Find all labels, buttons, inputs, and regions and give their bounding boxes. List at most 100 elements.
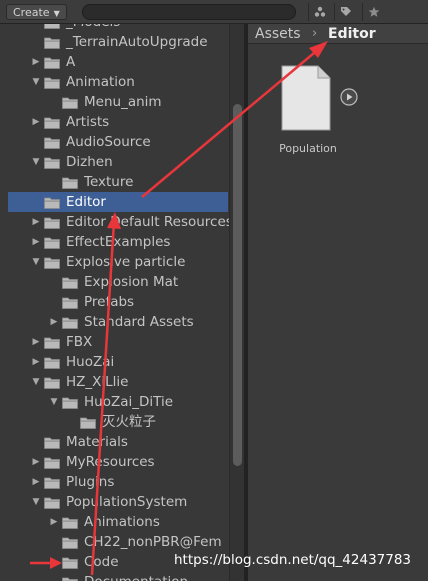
collapsed-arrow-icon[interactable]: ▶	[30, 232, 42, 252]
folder-icon	[44, 136, 60, 149]
search-input[interactable]	[82, 4, 296, 20]
tree-row-label: HuoZai	[66, 354, 115, 370]
tree-row[interactable]: ▼ PopulationSystem	[0, 492, 230, 512]
expanded-arrow-icon[interactable]: ▼	[30, 252, 42, 272]
collapsed-arrow-icon[interactable]: ▶	[30, 52, 42, 72]
tree-row[interactable]: ▶ HuoZai	[0, 352, 230, 372]
breadcrumb-root[interactable]: Assets	[255, 24, 301, 44]
tree-row-label: _TerrainAutoUpgrade	[66, 34, 208, 50]
tree-row[interactable]: ▶ FBX	[0, 332, 230, 352]
collapsed-arrow-icon[interactable]: ▶	[48, 512, 60, 532]
asset-pane: Assets › Editor Population	[248, 24, 428, 581]
project-toolbar: Create ▼	[0, 0, 428, 24]
tree-row-label: A	[66, 54, 76, 70]
scrollbar-thumb[interactable]	[233, 104, 242, 466]
tree-row-label: EffectExamples	[66, 234, 171, 250]
expanded-arrow-icon[interactable]: ▼	[30, 372, 42, 392]
expanded-arrow-icon[interactable]: ▼	[48, 392, 60, 412]
tree-row[interactable]: ▶ A	[0, 52, 230, 72]
tree-row-label: Editor Default Resources	[66, 214, 233, 230]
folder-icon	[62, 396, 78, 409]
tree-row-label: FBX	[66, 334, 93, 350]
tree-row-label: HZ_XiLlie	[66, 374, 129, 390]
collapsed-arrow-icon[interactable]: ▶	[30, 452, 42, 472]
tree-row[interactable]: ▶ Plugins	[0, 472, 230, 492]
collapsed-arrow-icon[interactable]: ▶	[30, 212, 42, 232]
tree-row-label: AudioSource	[66, 134, 151, 150]
tree-row[interactable]: ▼ Animation	[0, 72, 230, 92]
tree-row[interactable]: Documentation	[0, 572, 230, 581]
folder-icon	[44, 496, 60, 509]
tree-row[interactable]: Texture	[0, 172, 230, 192]
project-folder-tree[interactable]: _Models_TerrainAutoUpgrade▶A▼AnimationMe…	[0, 24, 244, 581]
tree-row[interactable]: ▶ Standard Assets	[0, 312, 230, 332]
tree-row-label: Animations	[84, 514, 160, 530]
folder-icon	[44, 56, 60, 69]
folder-icon	[44, 24, 60, 29]
tree-row[interactable]: ▶ Editor Default Resources	[0, 212, 233, 232]
folder-icon	[44, 456, 60, 469]
tree-row[interactable]: Prefabs	[0, 292, 230, 312]
folder-icon	[62, 316, 78, 329]
tree-scrollbar[interactable]	[229, 24, 244, 581]
tree-row[interactable]: Materials	[0, 432, 230, 452]
asset-label: Population	[279, 142, 337, 155]
folder-icon	[62, 556, 78, 569]
expanded-arrow-icon[interactable]: ▼	[30, 492, 42, 512]
tree-row-label: Code	[84, 554, 119, 570]
folder-icon	[62, 576, 78, 581]
folder-icon	[44, 436, 60, 449]
breadcrumb-current[interactable]: Editor	[328, 24, 376, 44]
folder-icon	[44, 376, 60, 389]
collapsed-arrow-icon[interactable]: ▶	[30, 112, 42, 132]
watermark-text: https://blog.csdn.net/qq_42437783	[174, 552, 412, 568]
folder-icon	[62, 516, 78, 529]
tree-row-label: 灭火粒子	[102, 414, 156, 430]
tree-row[interactable]: ▼ HuoZai_DiTie	[0, 392, 230, 412]
tree-row[interactable]: Explosion Mat	[0, 272, 230, 292]
favorite-star-icon[interactable]	[362, 3, 384, 21]
collapsed-arrow-icon[interactable]: ▶	[30, 472, 42, 492]
collapsed-arrow-icon[interactable]: ▶	[30, 332, 42, 352]
tree-row-label: _Models	[66, 24, 120, 32]
tree-row[interactable]: Editor	[8, 192, 228, 212]
folder-icon	[44, 336, 60, 349]
tree-row-label: Standard Assets	[84, 314, 194, 330]
folder-icon	[44, 76, 60, 89]
tree-row[interactable]: ▶ Artists	[0, 112, 230, 132]
create-button[interactable]: Create ▼	[6, 4, 67, 20]
tree-row[interactable]: ▶ Animations	[0, 512, 230, 532]
folder-icon	[80, 416, 96, 429]
tree-row[interactable]: CH22_nonPBR@Fem	[0, 532, 230, 552]
tree-row-label: CH22_nonPBR@Fem	[84, 534, 222, 550]
tree-row[interactable]: ▼ Dizhen	[0, 152, 230, 172]
tree-row[interactable]: 灭火粒子	[0, 412, 230, 432]
collapsed-arrow-icon[interactable]: ▶	[30, 352, 42, 372]
expanded-arrow-icon[interactable]: ▼	[30, 152, 42, 172]
tree-row-label: Dizhen	[66, 154, 113, 170]
tree-row-label: MyResources	[66, 454, 155, 470]
tree-row[interactable]: ▶ MyResources	[0, 452, 230, 472]
dropdown-caret-icon: ▼	[53, 9, 60, 18]
asset-item-population[interactable]: Population	[276, 64, 358, 164]
folder-icon	[44, 196, 60, 209]
tree-row[interactable]: ▶ EffectExamples	[0, 232, 230, 252]
tree-row[interactable]: Menu_anim	[0, 92, 230, 112]
expanded-arrow-icon[interactable]: ▼	[30, 72, 42, 92]
folder-icon	[44, 256, 60, 269]
folder-icon	[44, 356, 60, 369]
tree-row-label: PopulationSystem	[66, 494, 188, 510]
label-filter-icon[interactable]	[334, 3, 356, 21]
tree-row[interactable]: ▼ Explosive particle	[0, 252, 230, 272]
tree-row-label: Explosive particle	[66, 254, 186, 270]
tree-row-label: Plugins	[66, 474, 115, 490]
folder-icon	[44, 236, 60, 249]
tree-row[interactable]: _Models	[0, 24, 230, 32]
collapsed-arrow-icon[interactable]: ▶	[48, 312, 60, 332]
scene-filter-icon[interactable]	[308, 3, 330, 21]
tree-row[interactable]: AudioSource	[0, 132, 230, 152]
tree-row[interactable]: ▼ HZ_XiLlie	[0, 372, 230, 392]
create-button-label: Create	[13, 6, 50, 19]
tree-row[interactable]: _TerrainAutoUpgrade	[0, 32, 230, 52]
play-preview-icon[interactable]	[340, 88, 358, 106]
